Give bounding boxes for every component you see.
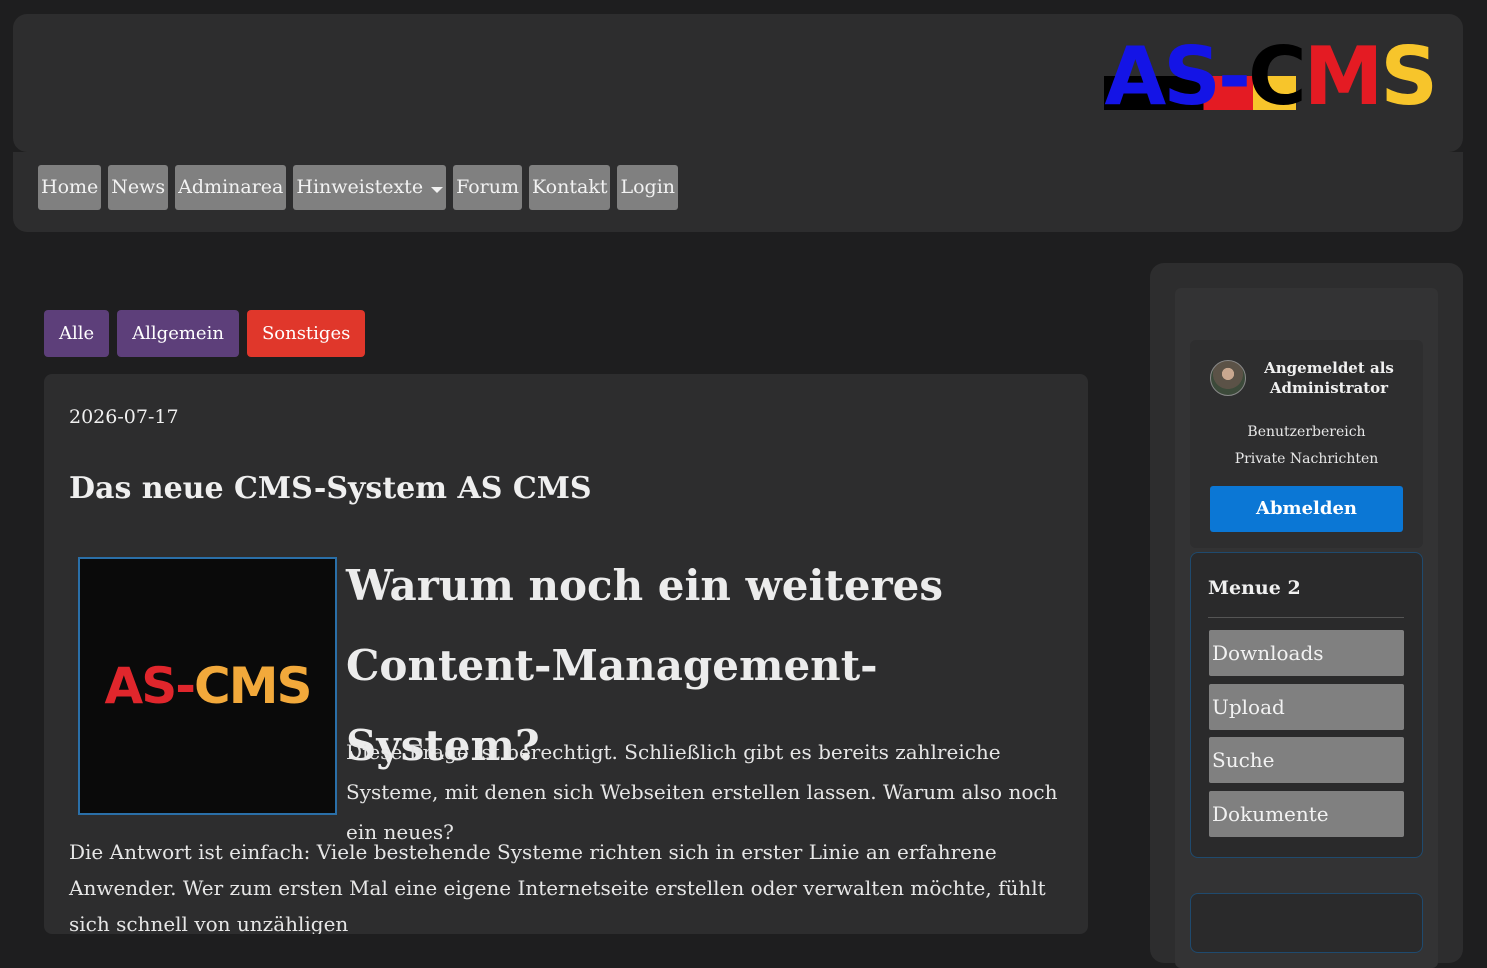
main-nav: Home News Adminarea Hinweistexte Forum K… [13, 152, 1463, 232]
filter-sonstiges[interactable]: Sonstiges [246, 310, 366, 357]
menu-item-suche[interactable]: Suche [1209, 737, 1404, 783]
article-title: Das neue CMS-System AS CMS [69, 471, 592, 506]
nav-forum[interactable]: Forum [453, 165, 522, 210]
nav-adminarea[interactable]: Adminarea [175, 165, 287, 210]
nav-kontakt[interactable]: Kontakt [529, 165, 611, 210]
nav-news[interactable]: News [108, 165, 169, 210]
logo-text-s: S [1380, 30, 1438, 123]
image-text-dash: - [175, 657, 196, 715]
site-header: AS - C M S [13, 14, 1463, 152]
menu-item-downloads[interactable]: Downloads [1209, 630, 1404, 676]
private-messages-link[interactable]: Private Nachrichten [1190, 451, 1423, 467]
sidebar-panel: Angemeldet als Administrator Benutzerber… [1175, 288, 1438, 968]
article-date: 2026-07-17 [69, 406, 179, 428]
logout-button[interactable]: Abmelden [1210, 486, 1403, 532]
nav-login[interactable]: Login [617, 165, 679, 210]
nav-hinweistexte-label: Hinweistexte [296, 176, 424, 198]
menu-2-panel: Menue 2 Downloads Upload Suche Dokumente [1190, 552, 1423, 858]
divider [1208, 617, 1404, 618]
article-image: AS - CMS [78, 557, 337, 815]
site-logo[interactable]: AS - C M S [1104, 30, 1438, 123]
filter-alle[interactable]: Alle [44, 310, 110, 357]
sidebar-panel-next [1190, 893, 1423, 953]
logo-text-c: C [1248, 30, 1307, 123]
nav-home[interactable]: Home [38, 165, 102, 210]
nav-hinweistexte[interactable]: Hinweistexte [293, 165, 447, 210]
logo-text-as: AS [1104, 30, 1221, 123]
logo-text-dash: - [1217, 30, 1251, 123]
image-text-cms: CMS [194, 657, 312, 715]
logged-in-label: Angemeldet als Administrator [1264, 359, 1394, 397]
category-filters: Alle Allgemein Sonstiges [44, 310, 366, 357]
user-panel: Angemeldet als Administrator Benutzerber… [1190, 340, 1423, 548]
news-article: 2026-07-17 Das neue CMS-System AS CMS AS… [44, 374, 1088, 934]
logo-text-m: M [1303, 30, 1384, 123]
article-paragraph: Die Antwort ist einfach: Viele bestehend… [69, 840, 1046, 934]
menu-title: Menue 2 [1208, 577, 1301, 599]
avatar[interactable] [1210, 360, 1246, 396]
filter-allgemein[interactable]: Allgemein [117, 310, 239, 357]
image-text-as: AS [104, 657, 178, 715]
chevron-down-icon [431, 186, 444, 193]
sidebar: Angemeldet als Administrator Benutzerber… [1150, 263, 1463, 968]
menu-item-dokumente[interactable]: Dokumente [1209, 791, 1404, 837]
menu-item-upload[interactable]: Upload [1209, 684, 1404, 730]
user-area-link[interactable]: Benutzerbereich [1190, 424, 1423, 440]
